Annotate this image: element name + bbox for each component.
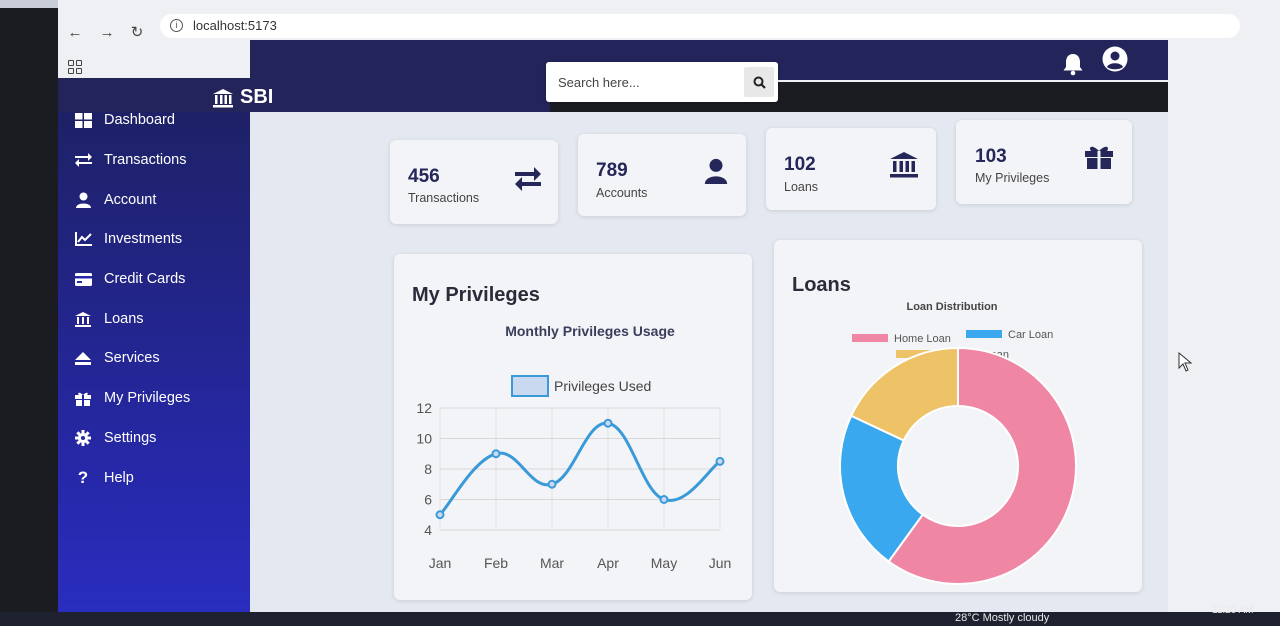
bell-icon[interactable] bbox=[1062, 52, 1084, 76]
sidebar-item-label: Investments bbox=[104, 231, 183, 247]
x-tick-label: Feb bbox=[484, 555, 508, 571]
stat-label: My Privileges bbox=[975, 171, 1050, 185]
sidebar-item-label: Transactions bbox=[104, 152, 187, 168]
credit-card-icon bbox=[74, 272, 92, 286]
y-tick-label: 12 bbox=[416, 400, 432, 416]
search-input[interactable] bbox=[546, 62, 744, 102]
privileges-line-chart: Monthly Privileges Usage Privileges Used 4… bbox=[416, 323, 732, 571]
gear-icon bbox=[75, 430, 91, 446]
stat-value: 103 bbox=[975, 146, 1007, 167]
data-point bbox=[435, 510, 445, 520]
sidebar-item-my-privileges[interactable]: My Privileges bbox=[74, 390, 190, 406]
search-box bbox=[546, 62, 778, 102]
url-text[interactable]: localhost:5173 bbox=[193, 18, 277, 33]
sidebar-item-label: Settings bbox=[104, 430, 157, 446]
x-tick-label: Apr bbox=[597, 555, 619, 571]
forward-button[interactable]: → bbox=[98, 24, 116, 42]
address-bar[interactable] bbox=[160, 14, 1240, 38]
exchange-icon bbox=[515, 167, 541, 191]
taskbar bbox=[0, 612, 1280, 626]
taskbar-weather[interactable]: 28°C Mostly cloudy bbox=[955, 612, 1049, 624]
stat-label: Accounts bbox=[596, 186, 648, 200]
mouse-cursor-icon bbox=[1178, 352, 1192, 372]
brand-bar-extension bbox=[250, 78, 550, 112]
brand-logo[interactable]: SBI bbox=[212, 86, 273, 109]
x-tick-label: Jun bbox=[709, 555, 732, 571]
sidebar-item-label: Services bbox=[104, 350, 160, 366]
data-point bbox=[547, 479, 557, 489]
panel-title: My Privileges bbox=[412, 284, 540, 306]
sidebar bbox=[58, 112, 262, 626]
legend-swatch bbox=[511, 375, 549, 397]
legend-label: Privileges Used bbox=[554, 378, 651, 394]
y-tick-label: 8 bbox=[424, 461, 432, 477]
exchange-icon bbox=[74, 153, 92, 167]
sidebar-item-label: Credit Cards bbox=[104, 271, 186, 287]
question-icon: ? bbox=[77, 468, 89, 487]
panel-title: Loans bbox=[792, 274, 851, 296]
sidebar-item-account[interactable]: Account bbox=[74, 192, 156, 208]
chart-title: Monthly Privileges Usage bbox=[505, 323, 675, 339]
loan-distribution-chart: Loan DistributionHome LoanCar LoanPerson… bbox=[839, 301, 1077, 585]
x-tick-label: Jan bbox=[429, 555, 452, 571]
bank-icon bbox=[75, 311, 91, 327]
sidebar-item-settings[interactable]: Settings bbox=[74, 430, 156, 446]
sidebar-item-help[interactable]: ? Help bbox=[74, 468, 134, 487]
legend-label: Home Loan bbox=[894, 333, 951, 345]
gift-icon bbox=[75, 392, 91, 406]
data-point bbox=[603, 418, 613, 428]
bank-icon bbox=[890, 152, 918, 178]
y-tick-label: 6 bbox=[424, 492, 432, 508]
user-icon bbox=[704, 158, 728, 184]
sidebar-item-label: Loans bbox=[104, 311, 144, 327]
search-button[interactable] bbox=[744, 67, 774, 97]
stat-value: 102 bbox=[784, 154, 816, 175]
sidebar-item-label: Dashboard bbox=[104, 112, 175, 128]
sidebar-item-label: Account bbox=[104, 192, 157, 208]
y-tick-label: 4 bbox=[424, 522, 432, 538]
user-avatar-icon[interactable] bbox=[1102, 46, 1128, 72]
sidebar-item-label: Help bbox=[104, 470, 134, 486]
y-tick-label: 10 bbox=[416, 431, 432, 447]
eject-icon bbox=[75, 351, 91, 365]
data-point bbox=[659, 495, 669, 504]
stat-value: 456 bbox=[408, 166, 440, 187]
x-tick-label: Mar bbox=[540, 555, 564, 571]
legend-label: Car Loan bbox=[1008, 329, 1053, 341]
stat-label: Loans bbox=[784, 180, 819, 194]
data-point bbox=[491, 449, 501, 459]
sidebar-item-dashboard[interactable]: Dashboard bbox=[74, 112, 175, 128]
info-icon[interactable]: i bbox=[170, 19, 183, 32]
x-tick-label: May bbox=[651, 555, 677, 571]
user-icon bbox=[75, 192, 91, 208]
data-point bbox=[715, 456, 725, 466]
sidebar-item-loans[interactable]: Loans bbox=[74, 311, 144, 327]
brand-name: SBI bbox=[240, 86, 274, 108]
bank-icon bbox=[213, 88, 233, 107]
gift-icon bbox=[1085, 146, 1113, 169]
apps-grid-icon[interactable] bbox=[68, 60, 82, 74]
taskbar-clock[interactable]: 11:20 AM bbox=[1212, 605, 1254, 616]
reload-button[interactable]: ↻ bbox=[128, 24, 146, 42]
chart-title: Loan Distribution bbox=[906, 301, 997, 313]
sidebar-item-credit-cards[interactable]: Credit Cards bbox=[74, 271, 185, 287]
sidebar-item-services[interactable]: Services bbox=[74, 350, 160, 366]
legend-swatch bbox=[852, 334, 888, 342]
stat-value: 789 bbox=[596, 160, 628, 181]
chart-line-icon bbox=[74, 232, 92, 246]
search-icon bbox=[753, 76, 766, 89]
page-background bbox=[1168, 40, 1280, 612]
sidebar-item-investments[interactable]: Investments bbox=[74, 231, 182, 247]
dashboard-icon bbox=[74, 112, 92, 128]
back-button[interactable]: ← bbox=[66, 24, 84, 42]
sidebar-item-label: My Privileges bbox=[104, 390, 191, 406]
stat-label: Transactions bbox=[408, 191, 480, 205]
sidebar-item-transactions[interactable]: Transactions bbox=[74, 152, 186, 168]
legend-swatch bbox=[966, 330, 1002, 338]
